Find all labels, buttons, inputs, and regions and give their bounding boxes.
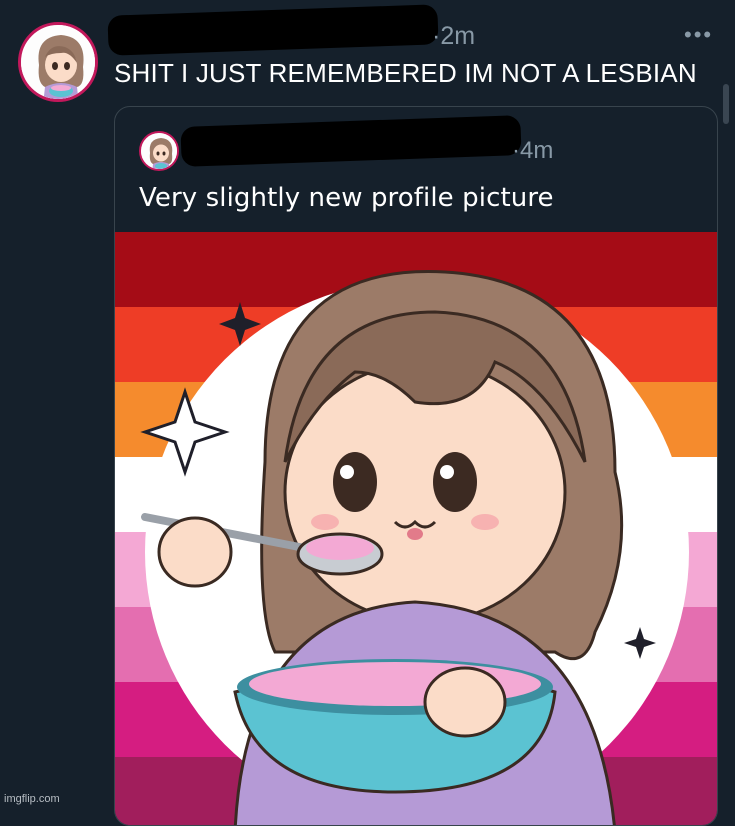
profile-picture-image[interactable]: [115, 232, 717, 825]
quoted-author-name-redacted: [180, 115, 522, 167]
quoted-author-avatar[interactable]: [139, 131, 179, 171]
quoted-timestamp: ·4m: [512, 137, 554, 164]
imgflip-watermark: imgflip.com: [4, 793, 60, 805]
scrollbar[interactable]: [723, 84, 729, 124]
author-name-redacted: [107, 4, 439, 56]
quoted-text: Very slightly new profile picture: [139, 183, 554, 213]
tweet: ·2m ••• SHIT I JUST REMEMBERED IM NOT A …: [0, 0, 735, 826]
author-avatar[interactable]: [18, 22, 98, 102]
post-timestamp: ·2m: [432, 22, 476, 50]
more-options-icon[interactable]: •••: [684, 22, 713, 48]
chibi-girl-illustration: [140, 270, 689, 825]
post-text: SHIT I JUST REMEMBERED IM NOT A LESBIAN: [114, 58, 697, 88]
quoted-tweet[interactable]: ·4m Very slightly new profile picture: [114, 106, 718, 826]
